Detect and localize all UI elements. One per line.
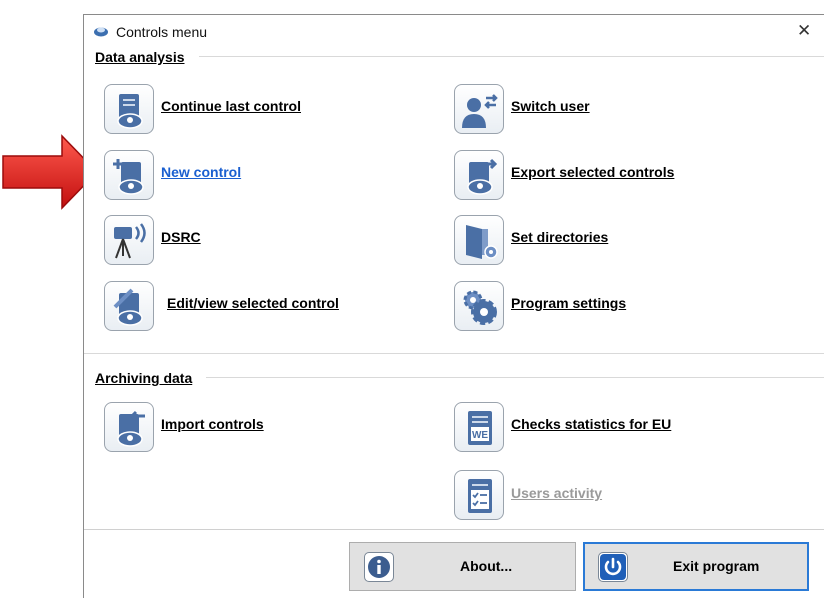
switch-user-icon xyxy=(454,84,504,134)
title-bar: Controls menu ✕ xyxy=(84,15,824,49)
section-data-analysis: Data analysis xyxy=(95,49,185,65)
about-button[interactable]: About... xyxy=(349,542,576,591)
controls-menu-window: Controls menu ✕ Data analysis Continue l… xyxy=(83,14,824,598)
export-selected-controls-item[interactable]: Export selected controls xyxy=(454,150,734,204)
export-controls-icon xyxy=(454,150,504,200)
edit-view-selected-control-item[interactable]: Edit/view selected control xyxy=(104,281,394,335)
new-control-item[interactable]: New control xyxy=(104,150,364,204)
edit-view-selected-control-link[interactable]: Edit/view selected control xyxy=(167,295,339,311)
program-settings-item[interactable]: Program settings xyxy=(454,281,704,335)
export-selected-controls-link[interactable]: Export selected controls xyxy=(511,164,674,180)
continue-control-icon xyxy=(104,84,154,134)
exit-program-button[interactable]: Exit program xyxy=(583,542,809,591)
users-activity-link[interactable]: Users activity xyxy=(511,485,602,501)
set-directories-link[interactable]: Set directories xyxy=(511,229,608,245)
checks-statistics-for-eu-item[interactable]: WE Checks statistics for EU xyxy=(454,402,744,456)
section-divider xyxy=(199,56,824,57)
about-button-label: About... xyxy=(460,558,513,574)
import-controls-icon xyxy=(104,402,154,452)
import-controls-link[interactable]: Import controls xyxy=(161,416,264,432)
section-divider xyxy=(206,377,824,378)
continue-last-control-link[interactable]: Continue last control xyxy=(161,98,301,114)
statistics-document-icon: WE xyxy=(454,402,504,452)
window-title: Controls menu xyxy=(116,24,208,40)
settings-gear-icon xyxy=(454,281,504,331)
dsrc-tripod-icon xyxy=(104,215,154,265)
app-icon xyxy=(94,27,108,37)
section-archiving-data: Archiving data xyxy=(95,370,193,386)
power-icon xyxy=(598,552,628,582)
close-button[interactable]: ✕ xyxy=(797,21,811,41)
checks-statistics-for-eu-link[interactable]: Checks statistics for EU xyxy=(511,416,671,432)
switch-user-item[interactable]: Switch user xyxy=(454,84,704,138)
directories-icon xyxy=(454,215,504,265)
dsrc-link[interactable]: DSRC xyxy=(161,229,201,245)
switch-user-link[interactable]: Switch user xyxy=(511,98,590,114)
set-directories-item[interactable]: Set directories xyxy=(454,215,704,269)
info-icon xyxy=(364,552,394,582)
program-settings-link[interactable]: Program settings xyxy=(511,295,626,311)
new-control-icon xyxy=(104,150,154,200)
section-divider xyxy=(84,353,824,354)
dsrc-item[interactable]: DSRC xyxy=(104,215,364,269)
edit-control-icon xyxy=(104,281,154,331)
new-control-link[interactable]: New control xyxy=(161,164,241,180)
users-activity-item[interactable]: Users activity xyxy=(454,470,704,524)
users-activity-icon xyxy=(454,470,504,520)
import-controls-item[interactable]: Import controls xyxy=(104,402,364,456)
we-badge-text: WE xyxy=(472,430,488,441)
exit-program-button-label: Exit program xyxy=(673,558,760,574)
footer-divider xyxy=(84,529,824,530)
continue-last-control-item[interactable]: Continue last control xyxy=(104,84,364,138)
